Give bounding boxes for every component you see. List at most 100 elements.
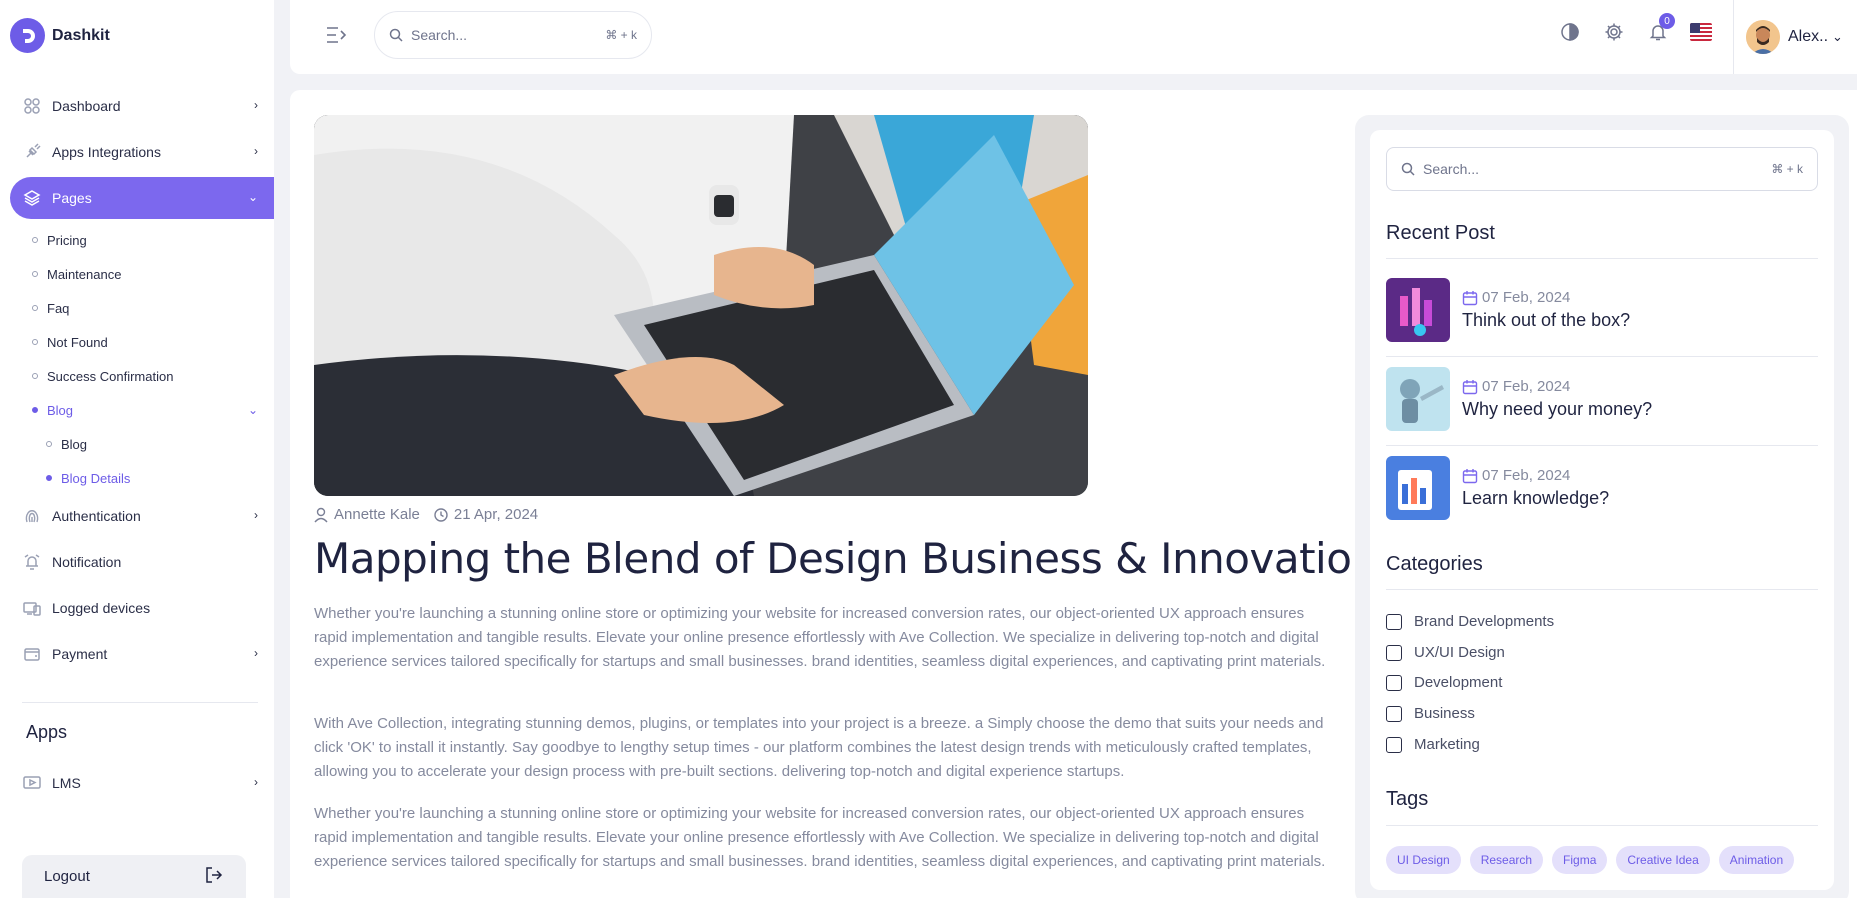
- bullet-icon: [32, 237, 38, 243]
- sidebar-subitem-blog[interactable]: Blog ⌄: [32, 393, 274, 427]
- author: Annette Kale: [314, 506, 420, 523]
- divider: [1386, 825, 1818, 826]
- logout-button[interactable]: Logout: [22, 855, 246, 898]
- checkbox[interactable]: [1386, 705, 1402, 722]
- theme-toggle-icon[interactable]: [1558, 20, 1582, 44]
- chevron-right-icon: ›: [254, 646, 258, 660]
- author-name: Annette Kale: [334, 506, 420, 523]
- divider: [1386, 258, 1818, 259]
- sidebar-item-lms[interactable]: LMS ›: [10, 762, 274, 804]
- recent-post-date: 07 Feb, 2024: [1462, 378, 1652, 395]
- category-checkbox[interactable]: Brand Developments: [1386, 613, 1554, 630]
- menu-toggle-icon[interactable]: [324, 24, 348, 46]
- tag-list: UI Design Research Figma Creative Idea A…: [1386, 846, 1803, 874]
- sidebar-subitem-not-found[interactable]: Not Found: [32, 325, 274, 359]
- sidebar-item-label: Payment: [52, 646, 108, 662]
- apps-section-title: Apps: [26, 722, 68, 742]
- category-checkbox[interactable]: Development: [1386, 674, 1502, 691]
- category-label: Brand Developments: [1414, 613, 1555, 630]
- post-paragraph: With Ave Collection, integrating stunnin…: [314, 715, 1324, 780]
- bell-icon[interactable]: 0: [1646, 13, 1675, 44]
- recent-post-item[interactable]: 07 Feb, 2024 Why need your money?: [1386, 355, 1818, 443]
- notification-badge: 0: [1659, 13, 1675, 29]
- recent-post-link[interactable]: Why need your money?: [1462, 399, 1652, 420]
- post-paragraph: Whether you're launching a stunning onli…: [314, 605, 1326, 670]
- checkbox[interactable]: [1386, 613, 1402, 630]
- sub-item-label: Faq: [47, 300, 70, 316]
- post-hero-image: [314, 115, 1088, 496]
- blog-sidebar: Search... ⌘ + k Recent Post 07 Feb, 2024…: [1370, 130, 1834, 890]
- post-paragraph: Whether you're launching a stunning onli…: [314, 805, 1326, 870]
- fingerprint-icon: [22, 506, 42, 526]
- sub-item-label: Not Found: [47, 334, 108, 350]
- checkbox[interactable]: [1386, 644, 1402, 661]
- post-date: 21 Apr, 2024: [434, 506, 538, 523]
- category-label: Marketing: [1414, 736, 1480, 753]
- sub-item-label: Maintenance: [47, 266, 122, 282]
- sidebar-subitem-blog-list[interactable]: Blog: [46, 427, 274, 461]
- sidebar-item-label: Dashboard: [52, 98, 121, 114]
- sidebar-item-notification[interactable]: Notification: [10, 541, 274, 583]
- sidebar-item-payment[interactable]: Payment ›: [10, 633, 274, 675]
- sidebar-subitem-success-confirmation[interactable]: Success Confirmation: [32, 359, 274, 393]
- sidebar-subitem-blog-details[interactable]: Blog Details: [46, 461, 274, 495]
- divider: [1386, 589, 1818, 590]
- devices-icon: [22, 598, 42, 618]
- clock-icon: [434, 507, 448, 522]
- recent-post-date-text: 07 Feb, 2024: [1482, 467, 1571, 484]
- sidebar-subitem-maintenance[interactable]: Maintenance: [32, 257, 274, 291]
- sidebar-item-apps-integrations[interactable]: Apps Integrations ›: [10, 131, 274, 173]
- user-menu[interactable]: Alex.. ⌄: [1733, 0, 1857, 74]
- sidebar-item-logged-devices[interactable]: Logged devices: [10, 587, 274, 629]
- gear-icon[interactable]: [1602, 20, 1626, 44]
- sub-item-label: Pricing: [47, 232, 87, 248]
- blog-search-input[interactable]: Search... ⌘ + k: [1386, 147, 1818, 191]
- search-icon: [389, 28, 403, 42]
- recent-post-item[interactable]: 07 Feb, 2024 Learn knowledge?: [1386, 444, 1818, 532]
- bullet-icon: [32, 271, 38, 277]
- sidebar-nav: Dashboard › Apps Integrations › Pages ⌄ …: [10, 85, 274, 679]
- alarm-icon: [22, 552, 42, 572]
- search-placeholder: Search...: [411, 27, 468, 43]
- category-label: UX/UI Design: [1414, 644, 1505, 661]
- brand[interactable]: Dashkit: [10, 18, 110, 53]
- checkbox[interactable]: [1386, 674, 1402, 691]
- tag-chip[interactable]: UI Design: [1386, 846, 1461, 874]
- sidebar-item-label: LMS: [52, 775, 81, 791]
- tag-chip[interactable]: Animation: [1718, 846, 1795, 874]
- recent-post-item[interactable]: 07 Feb, 2024 Think out of the box?: [1386, 266, 1818, 354]
- tag-chip[interactable]: Creative Idea: [1616, 846, 1710, 874]
- top-header: Search... ⌘ + k 0 Alex.. ⌄: [290, 0, 1857, 74]
- sidebar-item-label: Pages: [52, 190, 92, 206]
- logout-label: Logout: [44, 868, 90, 885]
- bullet-icon: [46, 475, 52, 481]
- category-checkbox[interactable]: Marketing: [1386, 736, 1480, 753]
- checkbox[interactable]: [1386, 736, 1402, 753]
- recent-post-date: 07 Feb, 2024: [1462, 467, 1609, 484]
- header-search-input[interactable]: Search... ⌘ + k: [374, 11, 652, 59]
- search-placeholder: Search...: [1423, 161, 1480, 177]
- sidebar-item-authentication[interactable]: Authentication ›: [10, 495, 274, 537]
- category-checkbox[interactable]: UX/UI Design: [1386, 644, 1505, 661]
- apps-nav: LMS ›: [10, 762, 274, 808]
- recent-post-date-text: 07 Feb, 2024: [1482, 378, 1571, 395]
- tag-chip[interactable]: Figma: [1552, 846, 1608, 874]
- recent-post-thumbnail: [1386, 278, 1450, 342]
- bullet-icon: [32, 305, 38, 311]
- bullet-icon: [32, 373, 38, 379]
- sidebar: Dashkit Dashboard › Apps Integrations › …: [0, 0, 274, 898]
- tag-chip[interactable]: Research: [1469, 846, 1544, 874]
- sidebar-item-dashboard[interactable]: Dashboard ›: [10, 85, 274, 127]
- recent-post-date-text: 07 Feb, 2024: [1482, 289, 1571, 306]
- plug-icon: [22, 142, 42, 162]
- us-flag-icon[interactable]: [1690, 23, 1712, 41]
- category-checkbox[interactable]: Business: [1386, 705, 1475, 722]
- sidebar-subitem-faq[interactable]: Faq: [32, 291, 274, 325]
- search-shortcut: ⌘ + k: [605, 28, 637, 42]
- post-title: Mapping the Blend of Design Business & I…: [314, 534, 1378, 583]
- category-label: Business: [1414, 705, 1475, 722]
- sidebar-item-pages[interactable]: Pages ⌄: [10, 177, 274, 219]
- recent-post-link[interactable]: Learn knowledge?: [1462, 488, 1609, 509]
- recent-post-link[interactable]: Think out of the box?: [1462, 310, 1630, 331]
- sidebar-subitem-pricing[interactable]: Pricing: [32, 223, 274, 257]
